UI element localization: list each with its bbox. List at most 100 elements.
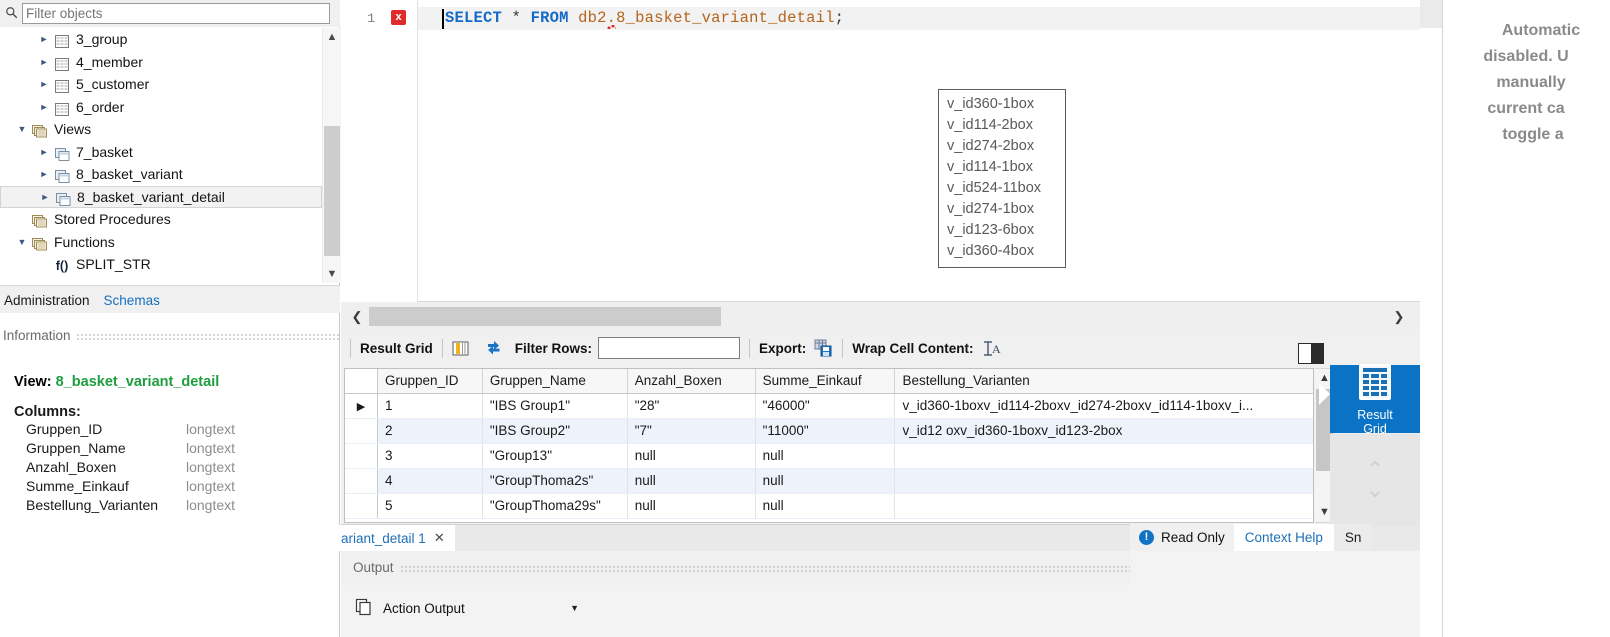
table-row[interactable]: ▶ 1 "IBS Group1" "28" "46000" v_id360-1boxv_i… [345, 394, 1313, 419]
schema-tree-scrollbar[interactable]: ▲ ▼ [322, 28, 341, 283]
output-type-combo[interactable]: Action Output ▼ [383, 597, 583, 619]
chevron-left-icon[interactable]: ❮ [346, 303, 368, 330]
tree-item-functions[interactable]: ▼ Functions [0, 231, 322, 254]
table-cell[interactable]: "7" [628, 419, 756, 443]
export-icon[interactable] [814, 339, 833, 357]
tree-item-4-member[interactable]: ► 4_member [0, 51, 322, 74]
chevron-right-icon[interactable]: ► [36, 34, 52, 44]
grid-view-icon[interactable] [452, 340, 469, 357]
schema-tree[interactable]: ► 3_group ► 4_member ► 5_customer ► 6_order ▼ Vie… [0, 28, 322, 283]
column-header[interactable]: Summe_Einkauf [756, 369, 896, 393]
refresh-icon[interactable] [485, 339, 503, 357]
table-cell[interactable]: "28" [628, 394, 756, 418]
scroll-up-icon[interactable]: ▲ [323, 28, 341, 46]
table-cell[interactable]: "IBS Group2" [483, 419, 628, 443]
tree-item-8-basket-variant[interactable]: ► 8_basket_variant [0, 163, 322, 186]
table-cell[interactable]: "46000" [756, 394, 896, 418]
result-grid[interactable]: Gruppen_ID Gruppen_Name Anzahl_Boxen Summe_… [344, 368, 1314, 523]
hscrollbar-thumb[interactable] [369, 307, 721, 326]
result-grid-body[interactable]: ▶ 1 "IBS Group1" "28" "46000" v_id360-1boxv_i… [345, 394, 1313, 519]
table-cell[interactable]: null [756, 444, 896, 468]
table-cell[interactable]: "Group13" [483, 444, 628, 468]
filter-rows-input[interactable] [598, 337, 741, 359]
sql-statement[interactable]: SELECT * FROM db2.8_basket_variant_detai… [445, 9, 844, 27]
error-marker-icon[interactable]: x [391, 10, 406, 25]
chevron-right-icon[interactable]: ❯ [1388, 303, 1410, 330]
table-row[interactable]: 4 "GroupThoma2s" null null [345, 469, 1313, 494]
table-row[interactable]: 3 "Group13" null null [345, 444, 1313, 469]
table-row[interactable]: 2 "IBS Group2" "7" "11000" v_id12 oxv_id360-… [345, 419, 1313, 444]
tree-item-views[interactable]: ▼ Views [0, 118, 322, 141]
result-pager[interactable]: ⌃ ⌄ [1330, 434, 1420, 526]
chevron-right-icon[interactable]: ► [36, 169, 52, 179]
tab-context-help[interactable]: Context Help [1233, 524, 1334, 551]
scroll-down-icon[interactable]: ▼ [323, 265, 341, 283]
table-cell[interactable]: "IBS Group1" [483, 394, 628, 418]
tab-snippets[interactable]: Sn [1333, 524, 1373, 551]
table-cell[interactable]: null [628, 494, 756, 518]
table-cell[interactable]: 2 [378, 419, 483, 443]
row-marker[interactable] [345, 419, 378, 443]
table-cell[interactable]: "GroupThoma2s" [483, 469, 628, 493]
row-marker[interactable] [345, 494, 378, 518]
table-cell[interactable]: "11000" [756, 419, 896, 443]
chevron-right-icon[interactable]: ► [37, 192, 53, 202]
scrollbar-thumb[interactable] [324, 126, 340, 256]
row-marker[interactable] [345, 469, 378, 493]
column-header[interactable]: Gruppen_ID [378, 369, 483, 393]
table-cell[interactable]: 5 [378, 494, 483, 518]
row-marker[interactable]: ▶ [345, 394, 378, 418]
search-icon [0, 6, 22, 22]
chevron-down-icon[interactable]: ▼ [14, 237, 30, 247]
tree-item-7-basket[interactable]: ► 7_basket [0, 141, 322, 164]
tree-item-3-group[interactable]: ► 3_group [0, 28, 322, 51]
close-icon[interactable]: ✕ [434, 530, 445, 546]
table-cell[interactable] [895, 469, 1313, 493]
result-tab[interactable]: ariant_detail 1 ✕ [333, 525, 455, 551]
chevron-right-icon[interactable]: ► [36, 147, 52, 157]
chevron-right-icon[interactable]: ► [36, 102, 52, 112]
table-cell[interactable]: 4 [378, 469, 483, 493]
tree-item-8-basket-variant-detail[interactable]: ► 8_basket_variant_detail [0, 185, 322, 208]
table-cell[interactable]: 3 [378, 444, 483, 468]
result-grid-side-button[interactable]: Result Grid [1319, 364, 1420, 436]
table-cell[interactable]: v_id360-1boxv_id114-2boxv_id274-2boxv_id… [895, 394, 1313, 418]
chevron-down-icon[interactable]: ▼ [14, 124, 30, 134]
tooltip-line: v_id123-6box [947, 222, 1035, 238]
output-type-selector[interactable]: Action Output ▼ [355, 597, 583, 619]
column-header[interactable]: Gruppen_Name [483, 369, 628, 393]
tree-item-6-order[interactable]: ► 6_order [0, 96, 322, 119]
tree-item-split-str[interactable]: f() SPLIT_STR [0, 253, 322, 276]
sql-editor[interactable]: 1 x SELECT * FROM db2.8_basket_variant_d… [341, 0, 1420, 302]
table-cell[interactable]: null [756, 469, 896, 493]
chevron-down-icon[interactable]: ▼ [570, 603, 583, 613]
filter-objects-input[interactable] [22, 3, 330, 24]
table-row[interactable]: 5 "GroupThoma29s" null null [345, 494, 1313, 519]
copy-icon[interactable] [355, 598, 373, 619]
table-cell[interactable] [895, 444, 1313, 468]
table-cell[interactable]: 1 [378, 394, 483, 418]
toggle-sidebar-icon[interactable] [1298, 343, 1324, 364]
column-header[interactable]: Bestellung_Varianten [895, 369, 1313, 393]
chevron-right-icon[interactable]: ► [36, 57, 52, 67]
tooltip-line: v_id524-11box [947, 180, 1042, 196]
tree-item-label: Stored Procedures [54, 211, 171, 228]
chevron-right-icon[interactable]: ► [36, 79, 52, 89]
tree-item-5-customer[interactable]: ► 5_customer [0, 73, 322, 96]
table-cell[interactable] [895, 494, 1313, 518]
table-cell[interactable]: null [628, 444, 756, 468]
table-cell[interactable]: v_id12 oxv_id360-1boxv_id123-2box [895, 419, 1313, 443]
chevron-down-icon[interactable]: ⌄ [1366, 479, 1384, 501]
context-help-line: toggle a [1502, 126, 1564, 143]
tab-administration[interactable]: Administration [0, 293, 100, 313]
column-header[interactable]: Anzahl_Boxen [628, 369, 756, 393]
view-label: View: [14, 374, 52, 390]
table-cell[interactable]: "GroupThoma29s" [483, 494, 628, 518]
editor-horizontal-scrollbar[interactable]: ❮ ❯ [341, 303, 1420, 330]
row-marker[interactable] [345, 444, 378, 468]
tree-item-stored-procedures[interactable]: Stored Procedures [0, 208, 322, 231]
table-cell[interactable]: null [628, 469, 756, 493]
table-cell[interactable]: null [756, 494, 896, 518]
tab-schemas[interactable]: Schemas [100, 293, 170, 313]
wrap-text-icon[interactable]: A [982, 340, 1001, 357]
